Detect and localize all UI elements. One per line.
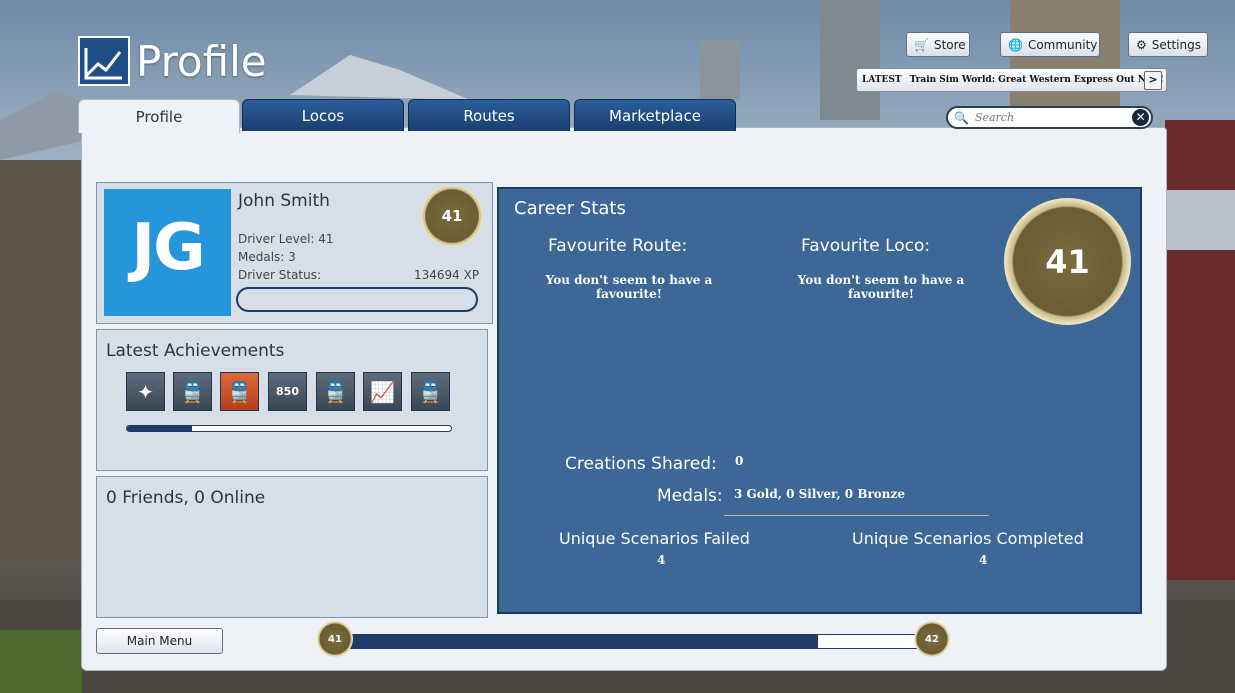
chart-icon[interactable]: 📈 [363, 372, 402, 411]
tab-profile[interactable]: Profile [78, 99, 240, 133]
level-badge: 41 [421, 185, 483, 247]
medals-label: Medals: [657, 486, 723, 506]
search-icon: 🔍 [954, 110, 969, 125]
tab-routes[interactable]: Routes [408, 99, 570, 131]
page-header: Profile [78, 33, 267, 89]
sparkler-icon[interactable]: ✦ [126, 372, 165, 411]
next-level-badge: 42 [914, 621, 950, 657]
favourite-route-label: Favourite Route: [548, 236, 688, 256]
main-menu-button[interactable]: Main Menu [96, 628, 223, 654]
profile-name: John Smith [238, 191, 330, 211]
tab-marketplace[interactable]: Marketplace [574, 99, 736, 131]
xp-progress-bar [236, 287, 478, 312]
creations-value: 0 [735, 454, 744, 468]
xp-value: 134694 XP [414, 268, 480, 282]
career-stats-panel: Career Stats Favourite Route: You don't … [497, 187, 1142, 614]
community-label: Community [1027, 37, 1098, 52]
850-badge-icon[interactable]: 850 [268, 372, 307, 411]
gear-icon: ⚙ [1136, 37, 1147, 52]
news-tag: LATEST [862, 75, 902, 85]
favourite-loco-label: Favourite Loco: [801, 236, 931, 256]
completed-value: 4 [979, 553, 988, 567]
avatar-initials: JG [131, 211, 205, 285]
driver-level: Driver Level: 41 [238, 232, 334, 246]
creations-label: Creations Shared: [565, 454, 717, 474]
train-icon[interactable]: 🚆 [316, 372, 355, 411]
career-title: Career Stats [514, 198, 626, 219]
achievements-progress [126, 425, 452, 432]
medals-value: 3 Gold, 0 Silver, 0 Bronze [734, 487, 905, 501]
divider [724, 515, 989, 516]
train-highlight-icon[interactable]: 🚆 [220, 372, 259, 411]
current-level-badge: 41 [317, 621, 353, 657]
page-title: Profile [136, 36, 267, 86]
globe-icon: 🌐 [1008, 37, 1023, 52]
settings-label: Settings [1151, 37, 1201, 52]
friends-summary: 0 Friends, 0 Online [106, 488, 266, 508]
failed-value: 4 [657, 553, 666, 567]
cart-icon: 🛒 [914, 37, 929, 52]
career-level-badge: 41 [1004, 198, 1131, 325]
train-icon[interactable]: 🚆 [411, 372, 450, 411]
favourite-loco-value: You don't seem to have a favourite! [797, 273, 965, 301]
settings-button[interactable]: ⚙ Settings [1128, 32, 1208, 57]
achievements-title: Latest Achievements [106, 341, 285, 361]
news-text: Train Sim World: Great Western Express O… [909, 75, 1164, 85]
news-next-button[interactable]: > [1144, 71, 1162, 90]
search-box[interactable]: 🔍 ✕ [946, 106, 1153, 129]
news-ticker[interactable]: LATEST Train Sim World: Great Western Ex… [856, 68, 1167, 92]
train-icon[interactable]: 🚆 [173, 372, 212, 411]
clear-search-icon[interactable]: ✕ [1132, 109, 1149, 126]
driver-status-label: Driver Status: [238, 268, 322, 282]
failed-label: Unique Scenarios Failed [559, 529, 750, 548]
favourite-route-value: You don't seem to have a favourite! [545, 273, 713, 301]
medal-count: Medals: 3 [238, 250, 296, 264]
tab-locos[interactable]: Locos [242, 99, 404, 131]
store-label: Store [933, 37, 966, 52]
completed-label: Unique Scenarios Completed [852, 529, 1084, 548]
community-button[interactable]: 🌐 Community [1000, 32, 1100, 57]
search-input[interactable] [972, 110, 1127, 125]
trending-chart-icon [78, 36, 130, 86]
level-progress-bar [345, 634, 930, 649]
avatar: JG [104, 189, 231, 316]
store-button[interactable]: 🛒 Store [906, 32, 970, 57]
